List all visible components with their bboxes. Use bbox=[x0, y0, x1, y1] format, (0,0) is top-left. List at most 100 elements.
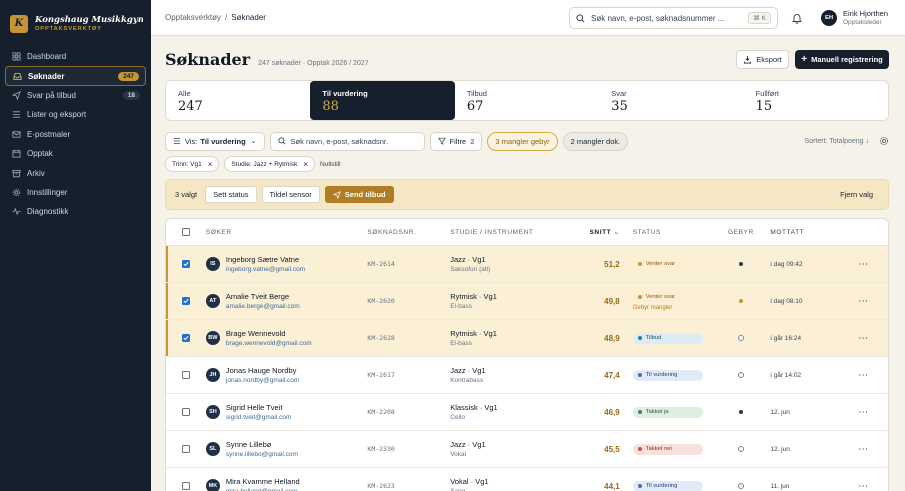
send-offer-button[interactable]: Send tilbud bbox=[324, 186, 394, 203]
sidebar-item-e-postmaler[interactable]: E-postmaler bbox=[5, 125, 146, 144]
applicant-email[interactable]: ingeborg.vatne@gmail.com bbox=[226, 266, 305, 273]
table-row[interactable]: AT Amalie Tveit Berge amalie.berge@gmail.c… bbox=[166, 283, 888, 320]
header-soker[interactable]: SØKER bbox=[206, 229, 368, 236]
more-icon[interactable]: ⋯ bbox=[858, 444, 888, 455]
filters-button[interactable]: Filtre 2 bbox=[429, 131, 483, 151]
bell-icon[interactable] bbox=[791, 12, 803, 24]
settings-icon[interactable] bbox=[879, 136, 889, 146]
header-mottatt[interactable]: MOTTATT bbox=[761, 229, 858, 236]
reset-filters-link[interactable]: Nullstill bbox=[320, 161, 341, 168]
tab-tilbud[interactable]: Tilbud 67 bbox=[455, 81, 599, 120]
applicant-name[interactable]: Sigrid Helle Tveit bbox=[226, 403, 291, 412]
header-gebyr[interactable]: GEBYR bbox=[720, 229, 761, 236]
applicant-name[interactable]: Jonas Hauge Nordby bbox=[226, 366, 299, 375]
tab-alle[interactable]: Alle 247 bbox=[166, 81, 310, 120]
table-row[interactable]: BW Brage Wennevold brage.wennevold@gmail.c… bbox=[166, 320, 888, 357]
application-number: KM-2330 bbox=[367, 445, 395, 453]
tab-svar[interactable]: Svar 35 bbox=[599, 81, 743, 120]
more-icon[interactable]: ⋯ bbox=[858, 259, 888, 270]
list-search-input[interactable]: Søk navn, e-post, søknadsnr. bbox=[269, 131, 425, 151]
applicant-email[interactable]: jonas.nordby@gmail.com bbox=[226, 377, 299, 384]
study-program: Rytmisk · Vg1 bbox=[450, 329, 497, 338]
sort-select[interactable]: Sortert: Totalpoeng ↓ bbox=[805, 136, 889, 146]
header-nr[interactable]: SØKNADSNR. bbox=[367, 229, 450, 236]
applicant-name[interactable]: Synne Lillebø bbox=[226, 440, 298, 449]
row-checkbox[interactable] bbox=[181, 297, 190, 305]
status-label: Venter svar bbox=[645, 293, 676, 300]
applicant-name[interactable]: Mira Kvamme Helland bbox=[226, 477, 300, 486]
table-row[interactable]: IS Ingeborg Sætre Vatne ingeborg.vatne@gma… bbox=[166, 246, 888, 283]
more-icon[interactable]: ⋯ bbox=[858, 481, 888, 491]
sidebar-item-diagnostikk[interactable]: Diagnostikk bbox=[5, 202, 146, 221]
status-badge: Venter svar bbox=[632, 258, 703, 270]
status-dot bbox=[637, 336, 642, 340]
applicant-email[interactable]: brage.wennevold@gmail.com bbox=[226, 340, 312, 347]
manual-registration-button[interactable]: + Manuell registrering bbox=[795, 50, 889, 69]
fee-status-icon bbox=[737, 446, 744, 452]
user-role: Opptaksleder bbox=[843, 19, 882, 26]
sidebar-item-opptak[interactable]: Opptak bbox=[5, 144, 146, 163]
applicant-email[interactable]: synne.lillebo@gmail.com bbox=[226, 451, 298, 458]
tab-fullført[interactable]: Fullført 15 bbox=[744, 81, 888, 120]
row-checkbox[interactable] bbox=[181, 445, 190, 453]
table-row[interactable]: MKMira Kvamme Hellandmira.helland@gmail.… bbox=[166, 468, 888, 491]
sidebar-item-label: Diagnostikk bbox=[27, 207, 69, 217]
more-icon[interactable]: ⋯ bbox=[858, 296, 888, 307]
row-checkbox[interactable] bbox=[181, 408, 190, 416]
more-icon[interactable]: ⋯ bbox=[858, 407, 888, 418]
table-row[interactable]: SL Synne Lillebø synne.lillebo@gmail.com KM… bbox=[166, 431, 888, 468]
quick-filter-missing-fee[interactable]: 3 mangler gebyr bbox=[487, 131, 558, 151]
table-row[interactable]: SH Sigrid Helle Tveit sigrid.tveit@gmail.c… bbox=[166, 394, 888, 431]
breadcrumb-link[interactable]: Opptaksverktøy bbox=[165, 13, 221, 22]
sidebar-item-arkiv[interactable]: Arkiv bbox=[5, 163, 146, 182]
row-checkbox[interactable] bbox=[181, 482, 190, 490]
brand[interactable]: K Kongshaug Musikkgymnas OPPTAKSVERKTØY bbox=[0, 0, 151, 37]
sidebar-item-innstillinger[interactable]: Innstillinger bbox=[5, 183, 146, 202]
header-snitt-label: SNITT bbox=[589, 229, 612, 236]
user-menu[interactable]: EH Eirik Hjorthen Opptaksleder bbox=[821, 9, 888, 27]
set-status-button[interactable]: Sett status bbox=[205, 186, 257, 203]
row-checkbox[interactable] bbox=[181, 260, 190, 268]
received-date: i dag 09:42 bbox=[770, 260, 803, 268]
search-shortcut: ⌘ K bbox=[748, 12, 771, 24]
received-date: 11. jun bbox=[770, 482, 790, 490]
global-search-input[interactable]: Søk navn, e-post, søknadsnummer ... ⌘ K bbox=[569, 7, 778, 29]
applicant-name[interactable]: Brage Wennevold bbox=[226, 329, 312, 338]
sidebar-item-count: 247 bbox=[118, 71, 139, 81]
avatar: IS bbox=[205, 257, 220, 271]
sidebar-item-dashboard[interactable]: Dashboard bbox=[5, 47, 146, 66]
sidebar-item-søknader[interactable]: Søknader 247 bbox=[5, 66, 146, 86]
tab-til-vurdering[interactable]: Til vurdering 88 bbox=[310, 81, 455, 120]
close-icon[interactable]: × bbox=[208, 160, 213, 169]
sidebar-item-lister-og-eksport[interactable]: Lister og eksport bbox=[5, 105, 146, 124]
assign-sensor-button[interactable]: Tildel sensor bbox=[261, 186, 320, 203]
tab-label: Til vurdering bbox=[322, 89, 368, 98]
table-row[interactable]: JH Jonas Hauge Nordby jonas.nordby@gmail.c… bbox=[166, 357, 888, 394]
applicant-name[interactable]: Amalie Tveit Berge bbox=[226, 292, 300, 301]
avatar: AT bbox=[205, 294, 220, 308]
quick-filter-missing-docs[interactable]: 2 mangler dok. bbox=[562, 131, 629, 151]
close-icon[interactable]: × bbox=[303, 160, 308, 169]
header-studie[interactable]: STUDIE / INSTRUMENT bbox=[450, 229, 580, 236]
brand-name: Kongshaug Musikkgymnas bbox=[35, 15, 143, 25]
applicant-email[interactable]: amalie.berge@gmail.com bbox=[226, 303, 300, 310]
sidebar-item-svar-på-tilbud[interactable]: Svar på tilbud 18 bbox=[5, 86, 146, 105]
clear-selection-button[interactable]: Fjern valg bbox=[840, 190, 873, 199]
view-select[interactable]: Vis: Til vurdering ⌄ bbox=[165, 131, 265, 151]
status-label: Takket ja bbox=[645, 409, 669, 415]
row-checkbox[interactable] bbox=[181, 334, 190, 342]
applicant-email[interactable]: sigrid.tveit@gmail.com bbox=[226, 414, 291, 421]
more-icon[interactable]: ⋯ bbox=[858, 370, 888, 381]
status-badge: Takket nei bbox=[632, 443, 703, 455]
select-all-checkbox[interactable] bbox=[181, 228, 190, 236]
study-program: Vokal · Vg1 bbox=[450, 477, 489, 486]
export-button[interactable]: Eksport bbox=[736, 50, 789, 69]
more-icon[interactable]: ⋯ bbox=[858, 333, 888, 344]
header-snitt[interactable]: SNITT ⌄ bbox=[580, 228, 620, 236]
row-checkbox[interactable] bbox=[181, 371, 190, 379]
user-name: Eirik Hjorthen bbox=[843, 9, 889, 18]
avatar: SH bbox=[205, 405, 220, 419]
header-status[interactable]: STATUS bbox=[620, 229, 721, 236]
applicant-name[interactable]: Ingeborg Sætre Vatne bbox=[226, 255, 305, 264]
instrument: Saksofon (alt) bbox=[450, 266, 491, 273]
